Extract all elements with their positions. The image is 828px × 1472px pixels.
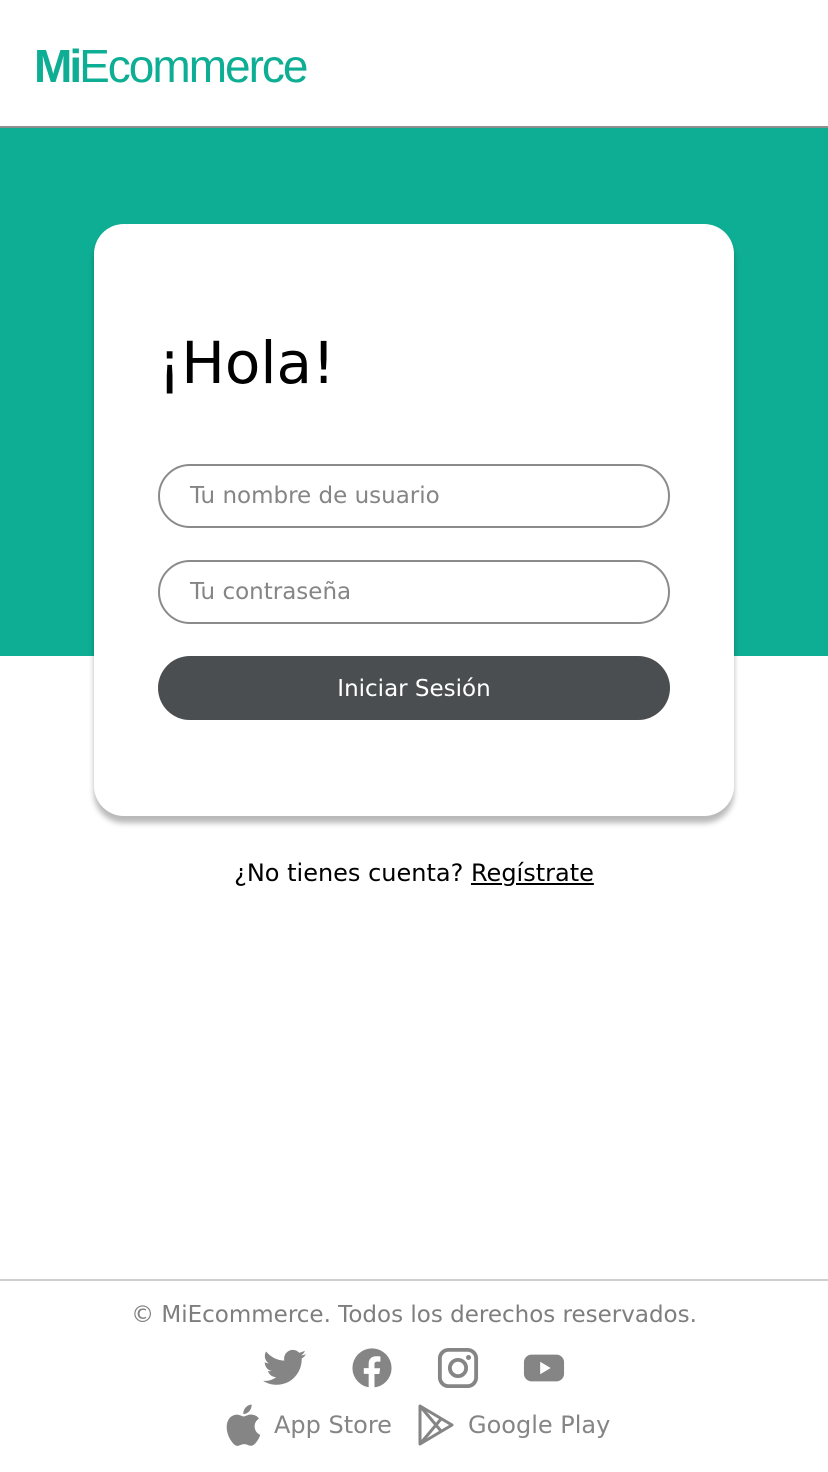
username-field[interactable] — [158, 464, 670, 528]
logo-light-text: Ecommerce — [79, 40, 308, 92]
signup-prompt: ¿No tienes cuenta? Regístrate — [0, 852, 828, 894]
google-play-label: Google Play — [468, 1411, 611, 1439]
twitter-icon[interactable] — [263, 1347, 307, 1389]
facebook-icon[interactable] — [350, 1347, 394, 1389]
instagram-icon[interactable] — [436, 1347, 480, 1389]
google-play-icon — [416, 1403, 456, 1447]
greeting-title: ¡Hola! — [158, 329, 336, 397]
brand-logo[interactable]: MiEcommerce — [34, 38, 309, 94]
password-input[interactable] — [160, 562, 668, 622]
signup-link[interactable]: Regístrate — [471, 859, 594, 887]
username-input[interactable] — [160, 466, 668, 526]
app-store-link[interactable]: App Store — [222, 1402, 392, 1448]
site-header: MiEcommerce — [0, 0, 828, 128]
password-field[interactable] — [158, 560, 670, 624]
youtube-icon[interactable] — [522, 1347, 566, 1389]
login-button[interactable]: Iniciar Sesión — [158, 656, 670, 720]
copyright-text: © MiEcommerce. Todos los derechos reserv… — [131, 1302, 697, 1328]
google-play-link[interactable]: Google Play — [416, 1402, 610, 1448]
logo-bold-text: Mi — [34, 40, 82, 92]
apple-icon — [222, 1403, 262, 1447]
login-card: ¡Hola! Iniciar Sesión — [94, 224, 734, 816]
footer-divider — [0, 1279, 828, 1281]
app-store-label: App Store — [274, 1411, 392, 1439]
signup-prompt-text: ¿No tienes cuenta? — [234, 859, 464, 887]
